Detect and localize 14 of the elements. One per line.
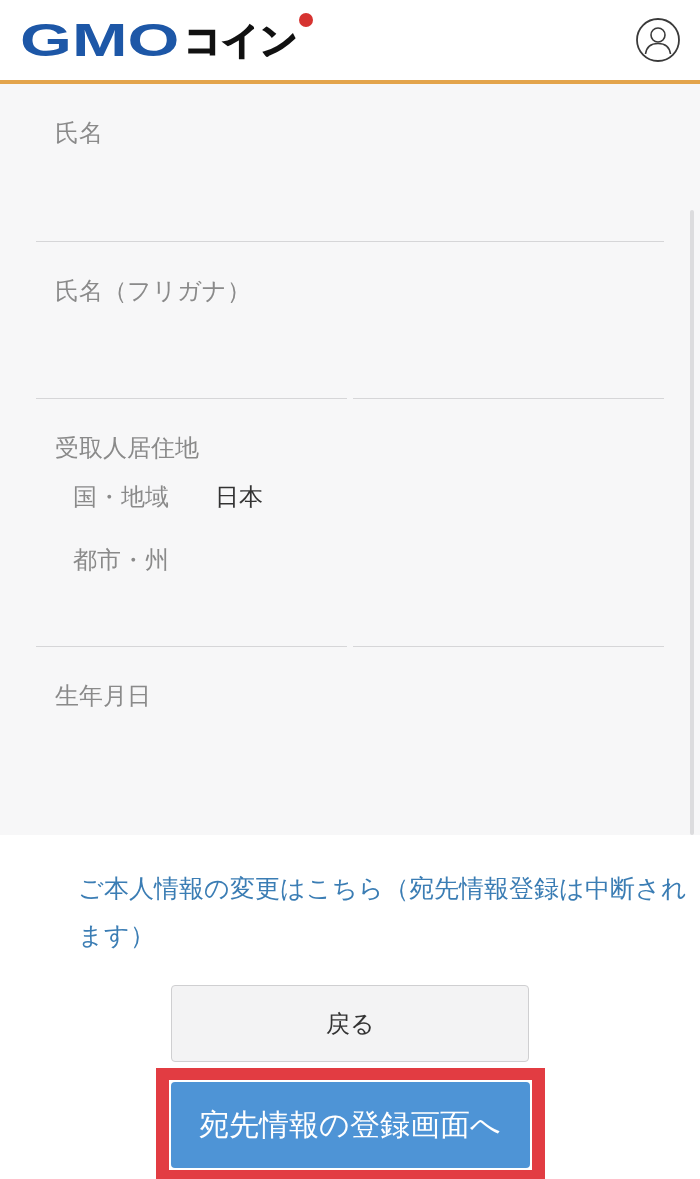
field-label: 氏名（フリガナ） [55, 277, 251, 305]
field-label: 生年月日 [55, 682, 151, 710]
register-button[interactable]: 宛先情報の登録画面へ [170, 1082, 530, 1168]
logo-text: コイン [183, 21, 298, 59]
logo-dot-icon [298, 13, 313, 27]
field-label: 都市・州 [73, 546, 169, 574]
logo-text: GMO [20, 17, 180, 63]
field-value: 日本 [215, 483, 263, 511]
field-label: 受取人居住地 [55, 434, 199, 462]
change-info-link[interactable]: ご本人情報の変更はこちら（宛先情報登録は中断されます） [78, 865, 690, 959]
back-button[interactable]: 戻る [171, 985, 529, 1062]
user-icon[interactable] [636, 18, 680, 62]
field-label: 氏名 [55, 119, 103, 147]
field-label: 国・地域 [73, 483, 169, 511]
